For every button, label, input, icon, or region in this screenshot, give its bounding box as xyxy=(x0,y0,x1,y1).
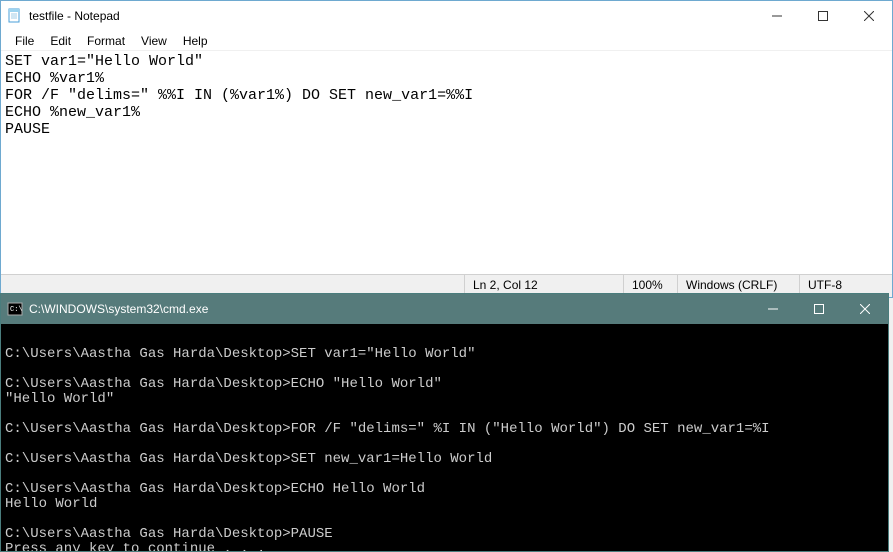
cmd-minimize-button[interactable] xyxy=(750,294,796,324)
cmd-close-button[interactable] xyxy=(842,294,888,324)
minimize-button[interactable] xyxy=(754,1,800,31)
notepad-window-controls xyxy=(754,1,892,31)
notepad-title: testfile - Notepad xyxy=(29,9,754,23)
notepad-editor[interactable]: SET var1="Hello World" ECHO %var1% FOR /… xyxy=(1,51,892,274)
notepad-titlebar[interactable]: testfile - Notepad xyxy=(1,1,892,31)
cmd-output[interactable]: C:\Users\Aastha Gas Harda\Desktop>SET va… xyxy=(1,324,888,551)
cmd-titlebar[interactable]: C:\ C:\WINDOWS\system32\cmd.exe xyxy=(1,294,888,324)
cmd-title: C:\WINDOWS\system32\cmd.exe xyxy=(29,302,750,316)
menu-view[interactable]: View xyxy=(133,32,175,50)
menu-format[interactable]: Format xyxy=(79,32,133,50)
menu-edit[interactable]: Edit xyxy=(42,32,79,50)
cmd-maximize-button[interactable] xyxy=(796,294,842,324)
menu-file[interactable]: File xyxy=(7,32,42,50)
svg-text:C:\: C:\ xyxy=(10,306,23,314)
notepad-menubar: File Edit Format View Help xyxy=(1,31,892,51)
cmd-window-controls xyxy=(750,294,888,324)
cmd-icon: C:\ xyxy=(7,301,23,317)
maximize-button[interactable] xyxy=(800,1,846,31)
cmd-window: C:\ C:\WINDOWS\system32\cmd.exe C:\Users… xyxy=(0,293,889,552)
close-button[interactable] xyxy=(846,1,892,31)
notepad-window: testfile - Notepad File Edit Format View… xyxy=(0,0,893,298)
notepad-icon xyxy=(7,8,23,24)
menu-help[interactable]: Help xyxy=(175,32,216,50)
